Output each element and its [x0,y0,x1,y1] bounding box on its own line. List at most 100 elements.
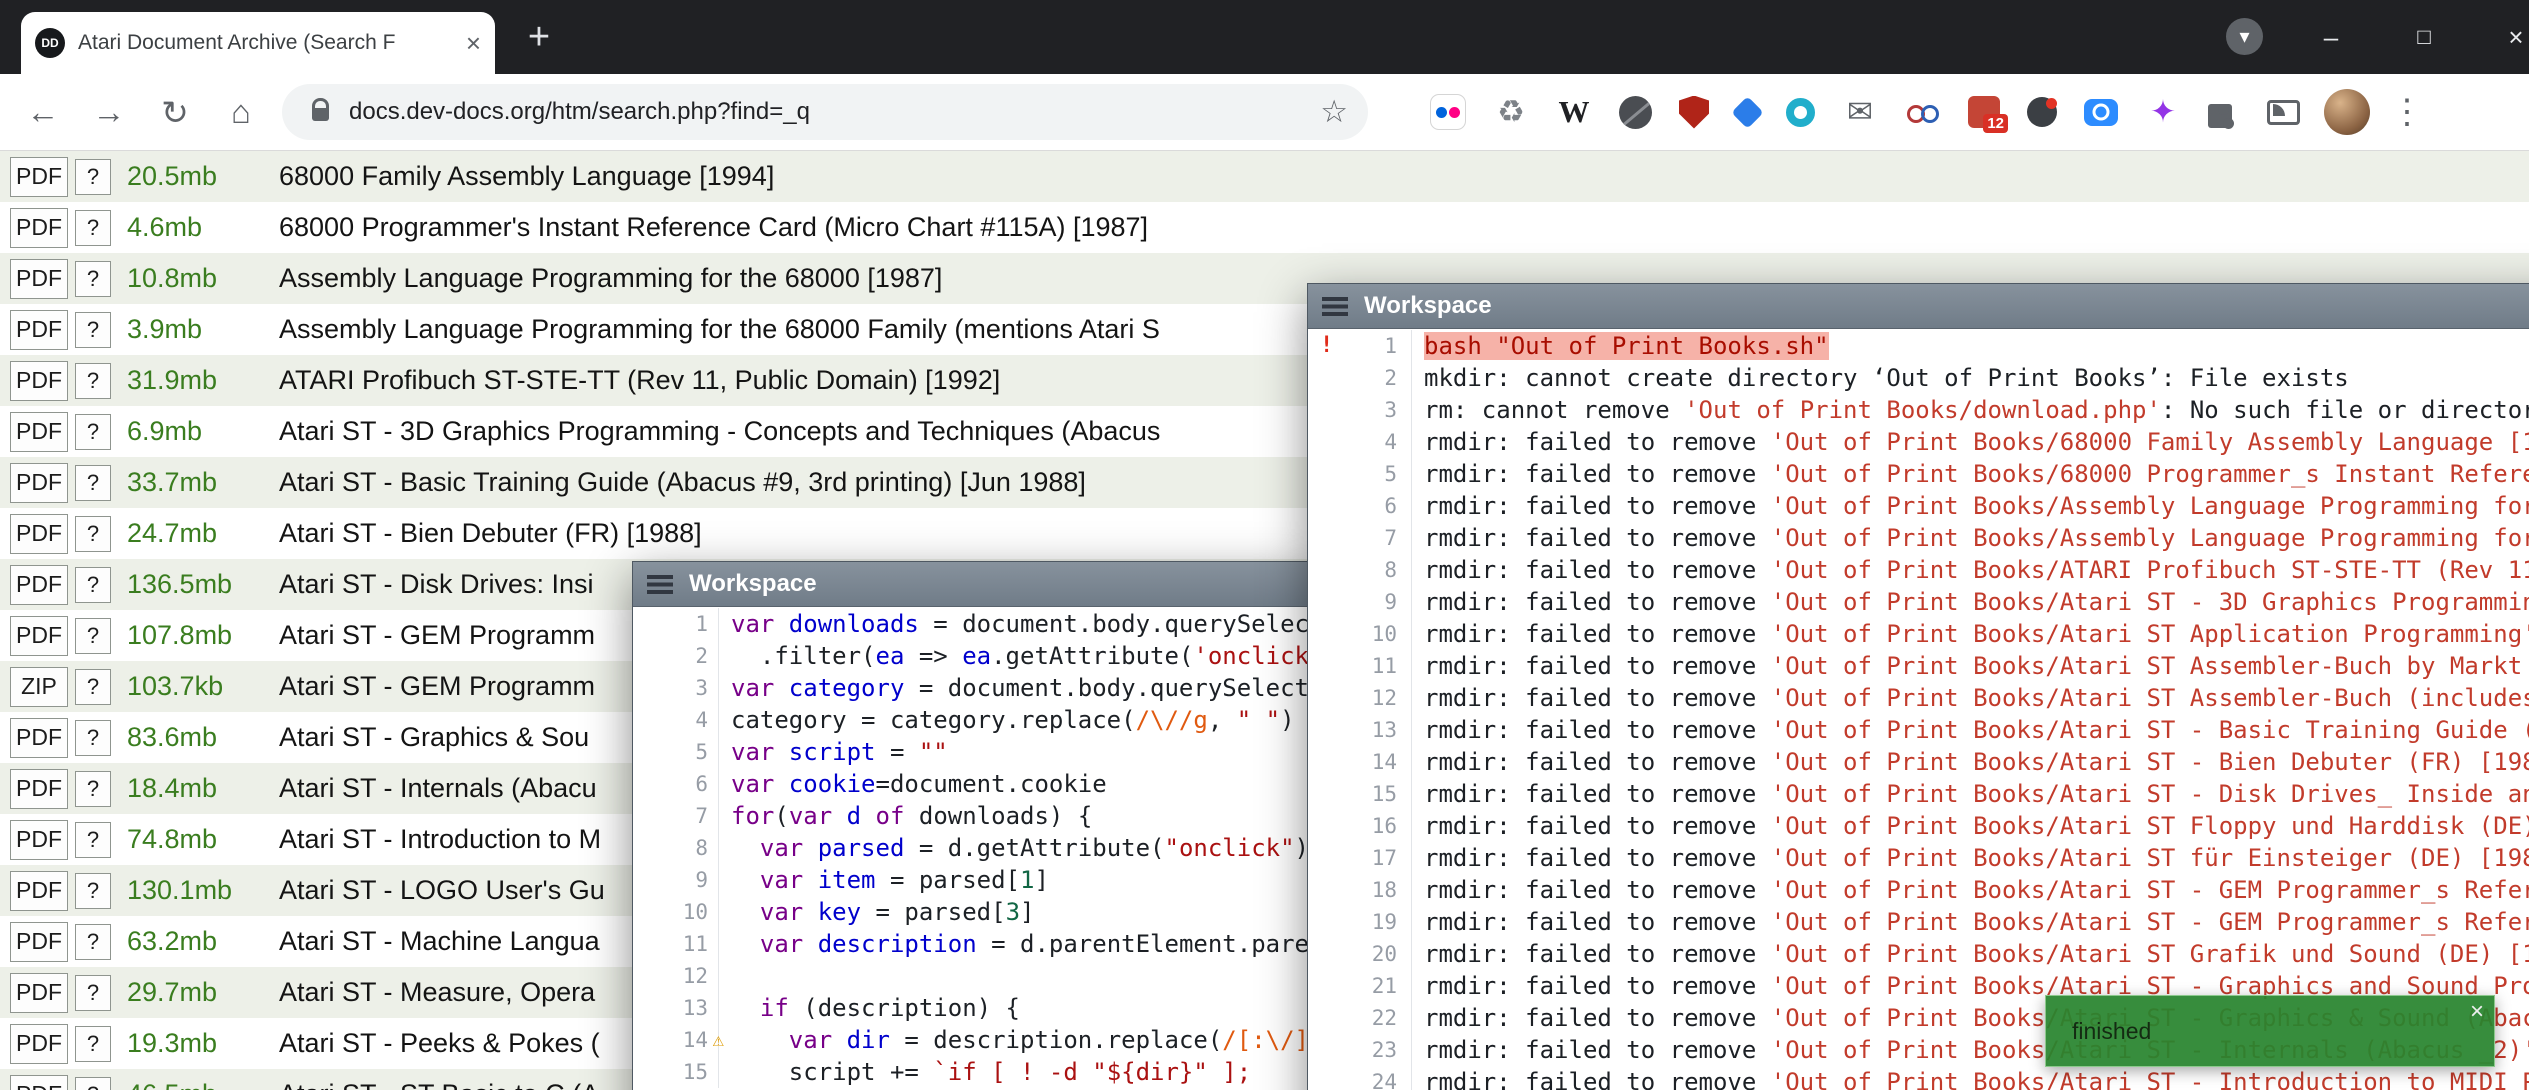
filetype-badge[interactable]: ZIP [10,667,68,707]
sparkle-icon[interactable]: ✦ [2145,94,2181,130]
recycle-icon[interactable]: ♻ [1493,94,1529,130]
line-number: 3 [1308,394,1412,426]
address-bar[interactable]: docs.dev-docs.org/htm/search.php?find=_q… [282,84,1368,140]
table-row[interactable]: PDF?20.5mb68000 Family Assembly Language… [0,151,2529,202]
tab-close-icon[interactable]: × [466,28,481,59]
help-button[interactable]: ? [75,210,111,246]
line-number: 22 [1308,1002,1412,1034]
help-button[interactable]: ? [75,567,111,603]
home-button[interactable]: ⌂ [214,85,268,139]
help-button[interactable]: ? [75,771,111,807]
help-button[interactable]: ? [75,975,111,1011]
line-number: 6 [1308,490,1412,522]
menu-icon[interactable] [1322,297,1348,316]
help-button[interactable]: ? [75,1077,111,1090]
filetype-badge[interactable]: PDF [10,463,68,503]
code-line: 16rmdir: failed to remove 'Out of Print … [1308,810,2529,842]
help-button[interactable]: ? [75,363,111,399]
filetype-badge[interactable]: PDF [10,412,68,452]
code-line: !1bash "Out of Print Books.sh" [1308,330,2529,362]
filetype-badge[interactable]: PDF [10,259,68,299]
filetype-badge[interactable]: PDF [10,820,68,860]
reload-button[interactable]: ↻ [148,85,202,139]
help-button[interactable]: ? [75,261,111,297]
glasses-icon[interactable] [1905,94,1941,130]
file-size: 19.3mb [127,1028,279,1059]
flickr-icon[interactable] [1430,94,1466,130]
table-row[interactable]: PDF? 4.6mb68000 Programmer's Instant Refe… [0,202,2529,253]
file-size: 18.4mb [127,773,279,804]
code-line: 19rmdir: failed to remove 'Out of Print … [1308,906,2529,938]
help-button[interactable]: ? [75,159,111,195]
doc-title[interactable]: 68000 Family Assembly Language [1994] [279,161,2529,192]
filetype-badge[interactable]: PDF [10,871,68,911]
terminal-titlebar[interactable]: Workspace [1308,284,2529,329]
code-line: 13 if (description) { [633,992,1313,1024]
filetype-badge[interactable]: PDF [10,616,68,656]
browser-menu-icon[interactable]: ⋮ [2390,92,2424,132]
editor-titlebar[interactable]: Workspace [633,562,1313,607]
puzzle-icon[interactable] [2208,104,2232,128]
back-button[interactable]: ← [16,85,70,139]
cast-icon[interactable] [2267,100,2300,125]
help-button[interactable]: ? [75,1026,111,1062]
file-size: 4.6mb [127,212,279,243]
profile-chevron-button[interactable]: ▾ [2226,18,2263,55]
dark-globe-icon[interactable] [1619,96,1652,129]
code-line: 24rmdir: failed to remove 'Out of Print … [1308,1066,2529,1090]
help-button[interactable]: ? [75,618,111,654]
help-button[interactable]: ? [75,516,111,552]
filetype-badge[interactable]: PDF [10,361,68,401]
minimize-button[interactable]: – [2312,18,2350,56]
terminal-output-area[interactable]: !1bash "Out of Print Books.sh"2mkdir: ca… [1308,330,2529,1090]
toast-close-icon[interactable]: × [2470,998,2484,1026]
filetype-badge[interactable]: PDF [10,769,68,809]
window-title: Workspace [689,570,817,598]
filetype-badge[interactable]: PDF [10,208,68,248]
bookmark-star-icon[interactable]: ☆ [1320,94,1348,130]
help-button[interactable]: ? [75,924,111,960]
camera-icon[interactable] [2084,99,2118,126]
help-button[interactable]: ? [75,720,111,756]
menu-icon[interactable] [647,575,673,594]
warning-icon: ⚠ [713,1024,724,1056]
doc-title[interactable]: 68000 Programmer's Instant Reference Car… [279,212,2529,243]
help-button[interactable]: ? [75,669,111,705]
blue-gem-icon[interactable] [1731,96,1764,129]
filetype-badge[interactable]: PDF [10,157,68,197]
line-number: 13 [633,992,719,1024]
new-tab-button[interactable]: + [518,16,560,58]
help-button[interactable]: ? [75,414,111,450]
filetype-badge[interactable]: PDF [10,1024,68,1064]
forward-button[interactable]: → [82,85,136,139]
filetype-badge[interactable]: PDF [10,718,68,758]
filetype-badge[interactable]: PDF [10,1075,68,1090]
code-line: 15rmdir: failed to remove 'Out of Print … [1308,778,2529,810]
browser-tab[interactable]: DD Atari Document Archive (Search F × [21,12,495,74]
maximize-button[interactable]: □ [2405,18,2443,56]
filetype-badge[interactable]: PDF [10,565,68,605]
url-text[interactable]: docs.dev-docs.org/htm/search.php?find=_q [349,98,1308,126]
file-size: 103.7kb [127,671,279,702]
teal-ring-icon[interactable] [1786,98,1815,127]
filetype-badge[interactable]: PDF [10,922,68,962]
help-button[interactable]: ? [75,465,111,501]
filetype-badge[interactable]: PDF [10,310,68,350]
filetype-badge[interactable]: PDF [10,973,68,1013]
code-line: 10 var key = parsed[3] [633,896,1313,928]
error-marker-icon: ! [1320,330,1333,362]
filetype-badge[interactable]: PDF [10,514,68,554]
unread-badge-icon[interactable]: 12 [1968,96,2000,128]
profile-avatar[interactable] [2324,89,2370,135]
code-line: 9 var item = parsed[1] [633,864,1313,896]
help-button[interactable]: ? [75,873,111,909]
editor-code-area[interactable]: 1var downloads = document.body.querySele… [633,608,1313,1090]
dark-red-dot-icon[interactable] [2027,97,2057,127]
wikipedia-icon[interactable]: W [1556,94,1592,130]
code-line: 7for(var d of downloads) { [633,800,1313,832]
close-button[interactable]: × [2497,18,2529,56]
mail-icon[interactable]: ✉ [1842,94,1878,130]
help-button[interactable]: ? [75,312,111,348]
ublock-shield-icon[interactable] [1679,96,1709,129]
help-button[interactable]: ? [75,822,111,858]
